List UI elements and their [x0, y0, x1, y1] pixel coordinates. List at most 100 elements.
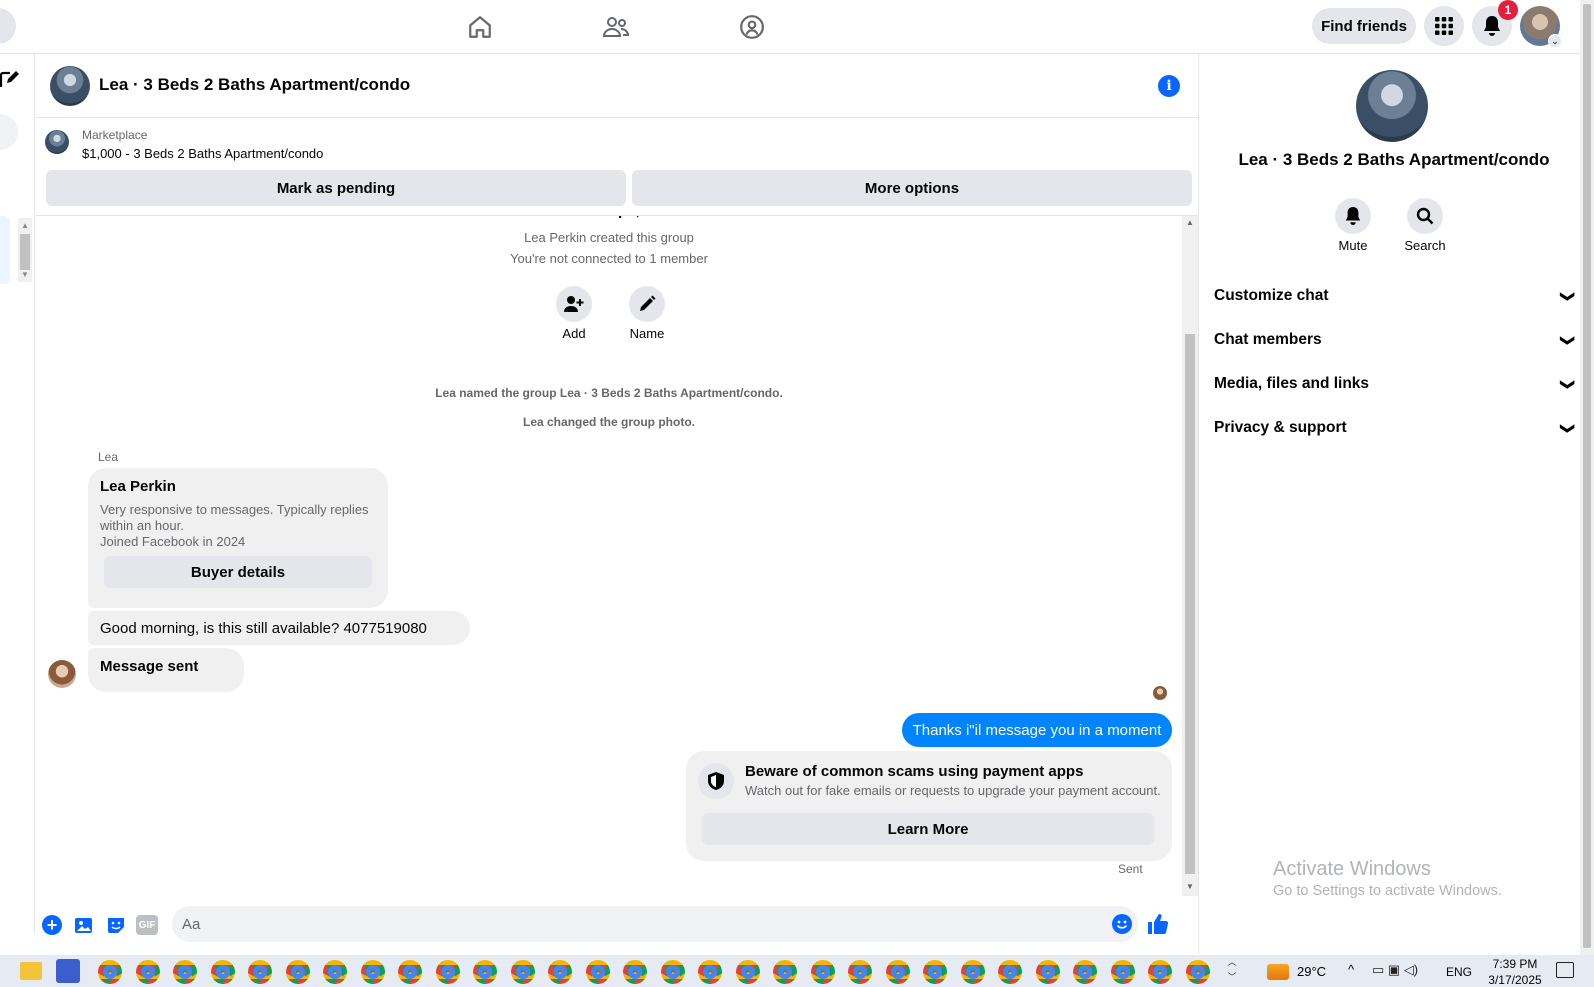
marketplace-bar: Marketplace $1,000 - 3 Beds 2 Baths Apar… [36, 118, 1198, 216]
privacy-support-section[interactable]: Privacy & support ❯ [1214, 413, 1577, 443]
buyer-card-desc1: Very responsive to messages. Typically r… [100, 502, 369, 517]
name-group-button[interactable] [629, 286, 665, 322]
weather-text[interactable]: 29°C [1297, 964, 1326, 979]
clock-time[interactable]: 7:39 PM [1483, 957, 1547, 971]
created-group-text: Lea Perkin created this group [524, 230, 694, 245]
search-button[interactable] [1407, 198, 1443, 234]
section-label: Privacy & support [1214, 419, 1347, 436]
browser-taskbar-icon[interactable] [810, 960, 835, 984]
sender-name: Lea [98, 450, 119, 464]
tray-icons[interactable]: ▭ ▣ ◁) [1372, 962, 1418, 978]
taskbar-scroll-arrows[interactable]: ︿ ﹀ [1226, 955, 1238, 987]
browser-taskbar-icon[interactable] [998, 960, 1022, 984]
chevron-down-icon: ❯ [1560, 290, 1577, 302]
browser-taskbar-icon[interactable] [135, 960, 160, 984]
browser-taskbar-icon[interactable] [735, 960, 760, 984]
language-indicator[interactable]: ENG [1446, 965, 1472, 979]
browser-taskbar-icon[interactable] [960, 960, 985, 984]
account-chevron-icon[interactable]: ⌄ [1548, 34, 1562, 48]
left-scrollbar[interactable]: ▲ ▼ [18, 218, 32, 282]
chevron-down-icon: ❯ [1560, 378, 1577, 390]
browser-taskbar-icon[interactable] [398, 960, 422, 984]
browser-taskbar-icon[interactable] [1035, 960, 1060, 984]
gif-icon[interactable]: GIF [136, 915, 158, 935]
groups-icon[interactable] [735, 10, 769, 44]
top-navigation: Find friends 1 ⌄ [0, 0, 1580, 54]
left-partial-button[interactable] [0, 8, 16, 44]
photo-icon[interactable] [74, 915, 94, 935]
more-options-button[interactable]: More options [632, 170, 1192, 206]
app-icon[interactable] [56, 959, 80, 983]
browser-taskbar-icon[interactable] [698, 960, 722, 984]
browser-taskbar-icon[interactable] [1110, 960, 1135, 984]
emoji-icon[interactable] [1112, 914, 1132, 934]
like-thumb-icon[interactable] [1146, 912, 1170, 936]
mute-button[interactable] [1335, 198, 1371, 234]
buyer-details-button[interactable]: Buyer details [104, 556, 372, 588]
browser-taskbar-icon[interactable] [623, 960, 647, 984]
info-icon[interactable]: i [1158, 75, 1180, 97]
browser-taskbar-icon[interactable] [660, 960, 685, 984]
browser-taskbar-icon[interactable] [98, 960, 122, 984]
listing-title[interactable]: $1,000 - 3 Beds 2 Baths Apartment/condo [82, 146, 323, 161]
plus-icon[interactable]: + [42, 915, 62, 935]
home-icon[interactable] [463, 10, 497, 44]
browser-taskbar-icon[interactable] [248, 960, 272, 984]
listing-thumbnail[interactable] [45, 130, 69, 154]
sender-avatar[interactable] [48, 660, 76, 688]
section-label: Chat members [1214, 331, 1322, 348]
search-label: Search [1404, 238, 1446, 253]
activate-windows-subtitle: Go to Settings to activate Windows. [1273, 883, 1502, 899]
tray-chevron-icon[interactable]: ^ [1348, 962, 1354, 977]
selected-chat-partial[interactable] [0, 216, 10, 284]
group-avatar[interactable] [50, 66, 90, 106]
browser-taskbar-icon[interactable] [173, 960, 197, 984]
browser-taskbar-icon[interactable] [885, 960, 910, 984]
browser-taskbar-icon[interactable] [473, 960, 497, 984]
mark-pending-button[interactable]: Mark as pending [46, 170, 626, 206]
buyer-card-desc2: within an hour. [100, 518, 184, 533]
browser-taskbar-icon[interactable] [923, 960, 947, 984]
learn-more-button[interactable]: Learn More [702, 813, 1154, 845]
browser-taskbar-icon[interactable] [360, 960, 385, 984]
friends-icon[interactable] [599, 10, 633, 44]
clock-date[interactable]: 3/17/2025 [1483, 973, 1547, 987]
add-member-button[interactable] [556, 286, 592, 322]
chat-scrollbar[interactable]: ▲ ▼ [1182, 216, 1198, 896]
browser-taskbar-icon[interactable] [285, 960, 310, 984]
chat-members-section[interactable]: Chat members ❯ [1214, 325, 1577, 355]
weather-icon[interactable] [1267, 964, 1289, 980]
browser-taskbar-icon[interactable] [848, 960, 872, 984]
panel-group-avatar[interactable] [1356, 70, 1428, 142]
browser-taskbar-icon[interactable] [773, 960, 797, 984]
message-bubble[interactable]: Good morning, is this still available? 4… [88, 611, 470, 645]
section-label: Customize chat [1214, 287, 1329, 304]
search-chats-partial[interactable] [0, 114, 18, 150]
browser-taskbar-icon[interactable] [510, 960, 535, 984]
named-group-text: Lea named the group Lea · 3 Beds 2 Baths… [435, 386, 783, 400]
browser-taskbar-icon[interactable] [210, 960, 235, 984]
find-friends-button[interactable]: Find friends [1312, 8, 1416, 44]
file-explorer-icon[interactable] [20, 962, 42, 980]
customize-chat-section[interactable]: Customize chat ❯ [1214, 281, 1577, 311]
menu-grid-button[interactable] [1424, 6, 1464, 46]
browser-taskbar-icon[interactable] [585, 960, 610, 984]
message-bubble[interactable]: Message sent [88, 648, 244, 692]
my-message-bubble[interactable]: Thanks i"il message you in a moment [902, 713, 1172, 747]
browser-taskbar-icon[interactable] [1185, 960, 1210, 984]
notification-center-icon[interactable] [1556, 962, 1574, 978]
media-files-links-section[interactable]: Media, files and links ❯ [1214, 369, 1577, 399]
sticker-icon[interactable] [106, 915, 126, 935]
shield-icon [698, 763, 734, 799]
new-message-icon[interactable] [0, 70, 20, 92]
browser-taskbar-icon[interactable] [1148, 960, 1172, 984]
browser-taskbar-icon[interactable] [435, 960, 460, 984]
message-input[interactable]: Aa [172, 906, 1138, 942]
scam-description: Watch out for fake emails or requests to… [745, 783, 1161, 798]
page-scrollbar[interactable] [1580, 0, 1594, 955]
changed-photo-text: Lea changed the group photo. [523, 415, 695, 429]
browser-taskbar-icon[interactable] [548, 960, 572, 984]
browser-taskbar-icon[interactable] [323, 960, 347, 984]
chat-title[interactable]: Lea · 3 Beds 2 Baths Apartment/condo [99, 75, 410, 95]
browser-taskbar-icon[interactable] [1073, 960, 1097, 984]
